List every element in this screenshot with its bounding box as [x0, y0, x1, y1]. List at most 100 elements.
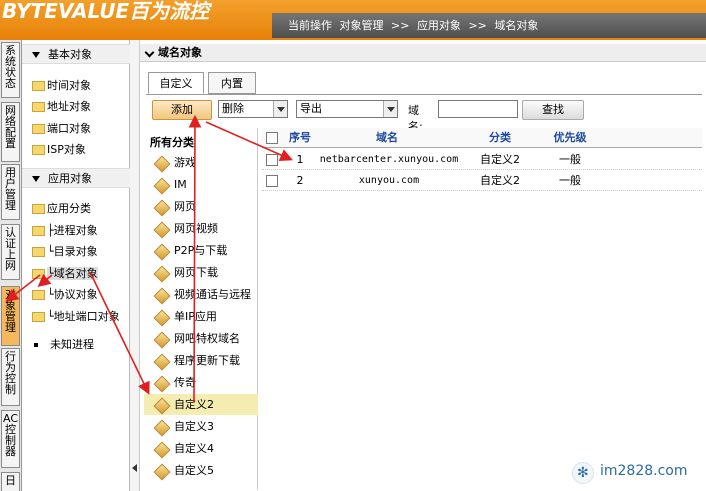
breadcrumb-label: 当前操作 — [288, 19, 332, 32]
category-label: 自定义5 — [174, 464, 214, 477]
vmenu-system-status[interactable]: 系统状态 — [1, 42, 20, 98]
table-header: 序号 域名 分类 优先级 — [262, 128, 702, 148]
category-diamond-icon — [154, 156, 168, 170]
category-diamond-icon — [154, 332, 168, 346]
category-item[interactable]: 传奇 — [144, 372, 258, 393]
folder-icon — [32, 247, 45, 257]
row-checkbox[interactable] — [266, 175, 278, 187]
tab-divider — [146, 94, 702, 95]
vmenu-label: 系统状态 — [5, 44, 16, 90]
breadcrumb-item-app-objects[interactable]: 应用对象 — [417, 19, 461, 32]
folder-icon — [32, 312, 45, 322]
tree-section-label: 基本对象 — [48, 48, 92, 61]
vmenu-user-management[interactable]: 用户管理 — [1, 164, 20, 220]
vmenu-behavior-control[interactable]: 行为控制 — [1, 348, 20, 406]
vmenu-ac-controller[interactable]: AC控制器 — [1, 410, 20, 468]
collapse-left-icon[interactable] — [132, 464, 137, 472]
tree-item-time[interactable]: 时间对象 — [32, 76, 91, 96]
category-item[interactable]: IM — [144, 174, 258, 195]
tree-item-protocol[interactable]: └协议对象 — [32, 285, 98, 305]
domain-input[interactable] — [438, 100, 518, 118]
category-item[interactable]: 自定义3 — [144, 416, 258, 437]
table-row[interactable]: 2 xunyou.com 自定义2 一般 — [262, 171, 702, 191]
category-diamond-icon — [154, 178, 168, 192]
search-button-label: 查找 — [542, 103, 564, 116]
breadcrumb-item-object-management[interactable]: 对象管理 — [340, 19, 384, 32]
breadcrumb-separator: >> — [468, 19, 487, 32]
category-label: 游戏 — [174, 156, 196, 169]
category-item[interactable]: 单IP应用 — [144, 306, 258, 327]
tree-section-label: 应用对象 — [48, 172, 92, 185]
category-item[interactable]: 自定义5 — [144, 460, 258, 481]
category-item[interactable]: 网页视频 — [144, 218, 258, 239]
tree-item-unknown-process[interactable]: 未知进程 — [22, 335, 94, 355]
tree-section-app[interactable]: 应用对象 — [22, 168, 130, 188]
search-button[interactable]: 查找 — [522, 100, 584, 120]
category-item[interactable]: 网吧特权域名 — [144, 328, 258, 349]
delete-select[interactable]: 删除 — [218, 100, 288, 118]
row-checkbox[interactable] — [266, 154, 278, 166]
tree-section-basic[interactable]: 基本对象 — [22, 44, 130, 64]
page-title: 域名对象 — [140, 44, 706, 62]
category-item[interactable]: 网页 — [144, 196, 258, 217]
category-item[interactable]: P2P与下载 — [144, 240, 258, 261]
add-button[interactable]: 添加 — [152, 100, 212, 120]
tree-item-label: 应用分类 — [47, 202, 91, 215]
vmenu-label: 日 — [5, 474, 16, 487]
watermark: im2828.com — [568, 460, 706, 486]
breadcrumb: 当前操作 对象管理 >> 应用对象 >> 域名对象 — [272, 13, 706, 38]
category-diamond-icon — [154, 310, 168, 324]
tab-builtin[interactable]: 内置 — [208, 72, 256, 94]
category-label: 自定义4 — [174, 442, 214, 455]
snowflake-icon — [572, 462, 594, 484]
tree-item-label: └协议对象 — [47, 288, 98, 301]
vertical-menu: 系统状态 网络配置 用户管理 认证上网 对象管理 行为控制 AC控制器 日 — [0, 40, 22, 491]
tree-item-label: └地址端口对象 — [47, 310, 120, 323]
tree-item-port[interactable]: 端口对象 — [32, 119, 91, 139]
title-arrow-icon — [144, 47, 155, 58]
cell-domain: netbarcenter.xunyou.com — [319, 154, 459, 165]
category-item[interactable]: 视频通话与远程 — [144, 284, 258, 305]
breadcrumb-separator: >> — [391, 19, 410, 32]
category-item[interactable]: 网页下载 — [144, 262, 258, 283]
category-item[interactable]: 游戏 — [144, 152, 258, 173]
vmenu-label: 用户管理 — [5, 166, 16, 212]
tree-item-directory[interactable]: └目录对象 — [32, 242, 98, 262]
category-item[interactable]: 程序更新下载 — [144, 350, 258, 371]
category-diamond-icon — [154, 288, 168, 302]
cell-index: 2 — [296, 174, 304, 187]
category-label: P2P与下载 — [174, 244, 228, 257]
vmenu-log[interactable]: 日 — [1, 472, 20, 491]
column-header-priority: 优先级 — [553, 131, 587, 144]
category-label: 视频通话与远程 — [174, 288, 251, 301]
tree-item-domain[interactable]: └域名对象 — [32, 264, 98, 284]
category-diamond-icon — [154, 222, 168, 236]
panel-splitter[interactable] — [130, 40, 140, 491]
tree-item-label: 地址对象 — [47, 100, 91, 113]
folder-icon — [32, 290, 45, 300]
vmenu-auth-online[interactable]: 认证上网 — [1, 224, 20, 280]
folder-icon — [32, 124, 45, 134]
tree-item-app-category[interactable]: 应用分类 — [32, 199, 91, 219]
table-row[interactable]: 1 netbarcenter.xunyou.com 自定义2 一般 — [262, 150, 702, 170]
select-all-checkbox[interactable] — [266, 132, 278, 144]
category-item[interactable]: 自定义4 — [144, 438, 258, 459]
tree-item-address[interactable]: 地址对象 — [32, 97, 91, 117]
category-label: IM — [174, 178, 187, 191]
tab-custom[interactable]: 自定义 — [148, 72, 204, 94]
page-title-text: 域名对象 — [158, 46, 202, 59]
export-select[interactable]: 导出 — [296, 100, 398, 118]
tree-item-label: 时间对象 — [47, 79, 91, 92]
column-header-domain: 域名 — [376, 131, 398, 144]
category-label: 单IP应用 — [174, 310, 217, 323]
tab-label: 自定义 — [159, 77, 193, 90]
vmenu-object-management[interactable]: 对象管理 — [1, 286, 20, 346]
category-item-selected[interactable]: 自定义2 — [144, 394, 258, 415]
tree-item-process[interactable]: ├进程对象 — [32, 221, 98, 241]
tree-item-isp[interactable]: ISP对象 — [32, 140, 86, 160]
vmenu-network-config[interactable]: 网络配置 — [1, 102, 20, 162]
category-diamond-icon — [154, 266, 168, 280]
category-header: 所有分类 — [150, 136, 194, 149]
tree-item-address-port[interactable]: └地址端口对象 — [32, 307, 120, 327]
main-content: 域名对象 自定义 内置 添加 删除 导出 域名: 查找 所有分类 游戏 IM 网… — [140, 40, 706, 491]
